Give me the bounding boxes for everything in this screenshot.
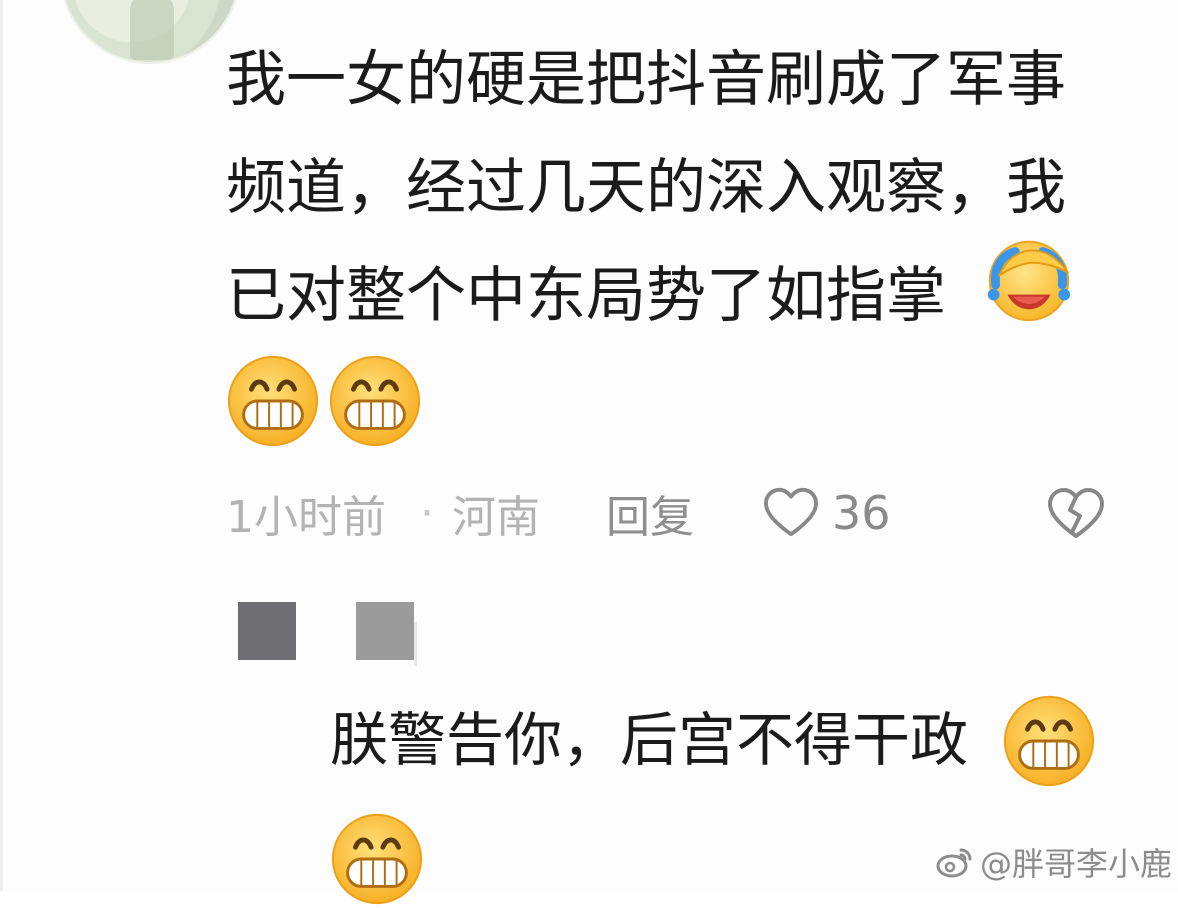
reply-avatar-mask: [238, 602, 296, 660]
reply-button[interactable]: 回复: [606, 481, 694, 545]
reply-username-mask: [356, 602, 414, 660]
avatar[interactable]: [60, 0, 240, 64]
comment-meta: 1小时前 · 河南 回复 36: [226, 476, 891, 550]
heart-icon: [764, 487, 818, 537]
grin-icon: [227, 355, 319, 447]
watermark-text: @胖哥李小鹿: [979, 845, 1172, 883]
mask-artifact: [414, 622, 435, 666]
meta-separator: ·: [420, 487, 434, 539]
watermark: @胖哥李小鹿: [934, 839, 1172, 885]
page-edge: [0, 0, 3, 891]
avatar-figure: [130, 0, 174, 60]
comment-time: 1小时前: [226, 492, 386, 543]
laugh-cry-icon: [987, 240, 1071, 322]
comment-screen: 我一女的硬是把抖音刷成了军事 频道，经过几天的深入观察，我 已对整个中东局势了如…: [0, 0, 1178, 905]
grin-icon: [1003, 695, 1095, 787]
comment-line-1: 我一女的硬是把抖音刷成了军事: [226, 45, 1066, 115]
reply-body: 朕警告你，后宫不得干政: [330, 706, 969, 774]
comment-line-2: 频道，经过几天的深入观察，我: [226, 153, 1066, 223]
weibo-icon: [936, 848, 972, 878]
dislike-button[interactable]: [1046, 486, 1106, 542]
grin-icon: [331, 813, 423, 905]
like-button[interactable]: 36: [762, 486, 891, 540]
comment-location: 河南: [452, 492, 540, 543]
grin-icon: [329, 355, 421, 447]
like-count: 36: [832, 486, 891, 540]
